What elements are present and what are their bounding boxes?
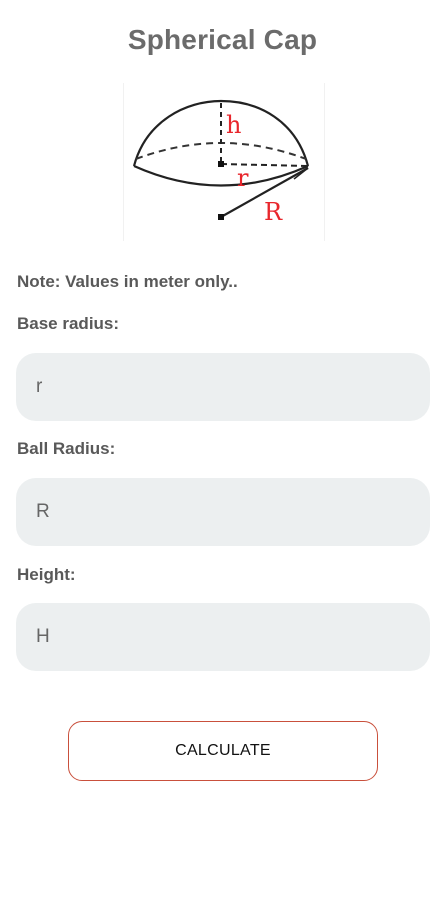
page-title: Spherical Cap	[127, 24, 318, 55]
ball-center-point	[218, 214, 224, 220]
label-r: r	[237, 164, 249, 192]
calculate-button[interactable]: CALCULATE	[68, 721, 378, 781]
base-radius-input[interactable]	[16, 353, 430, 421]
base-radius-line	[220, 163, 309, 167]
height-input[interactable]	[16, 603, 430, 671]
spherical-cap-illustration: h r R	[132, 99, 310, 226]
label-R: R	[264, 198, 283, 226]
label-h: h	[226, 111, 241, 139]
center-point	[218, 161, 224, 167]
app-screen: Spherical Cap h r R Note: Values in mete…	[0, 0, 445, 900]
units-note: Note: Values in meter only..	[17, 272, 238, 291]
ball-radius-label: Ball Radius:	[17, 439, 116, 458]
base-radius-label: Base radius:	[17, 314, 120, 333]
height-label: Height:	[17, 565, 76, 584]
spherical-cap-diagram: h r R	[123, 83, 325, 241]
ball-radius-input[interactable]	[16, 478, 430, 546]
